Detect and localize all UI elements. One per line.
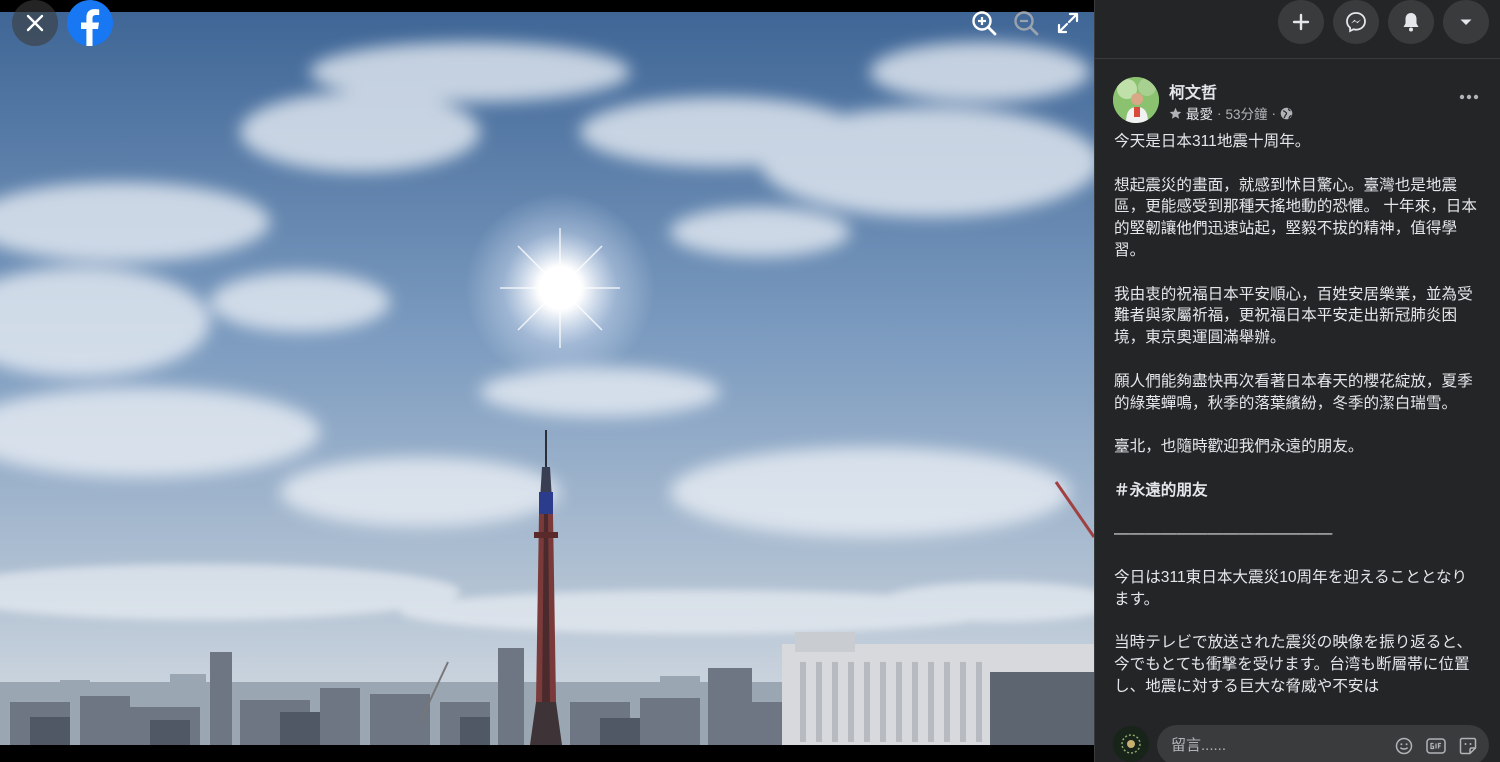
post-paragraph: 臺北，也隨時歡迎我們永遠的朋友。 (1114, 438, 1364, 456)
avatar-photo (1113, 77, 1159, 123)
fullscreen-button[interactable] (1050, 5, 1086, 41)
gif-button[interactable] (1425, 735, 1447, 757)
gif-icon (1426, 738, 1446, 754)
star-icon (1169, 107, 1182, 119)
sticker-icon (1459, 737, 1477, 755)
post-paragraph: 願人們能夠盡快再次看著日本春天的櫻花綻放，夏季的綠葉蟬鳴，秋季的落葉繽紛，冬季的… (1114, 372, 1473, 412)
commenter-avatar (1113, 726, 1149, 762)
post-paragraph: 我由衷的祝福日本平安順心，百姓安居樂業，並為受難者與家屬祈福，更祝福日本平安走出… (1114, 285, 1473, 347)
post-meta: 最愛 · 53分鐘 · (1169, 103, 1293, 123)
sky-tower-photo (0, 12, 1094, 745)
fullscreen-icon (1057, 12, 1079, 34)
account-button[interactable] (1443, 0, 1489, 44)
notifications-button[interactable] (1388, 0, 1434, 44)
zoom-out-button[interactable] (1008, 5, 1044, 41)
author-name[interactable]: 柯文哲 (1169, 79, 1217, 103)
post-paragraph-japanese: 今日は311東日本大震災10周年を迎えることとなります。 (1114, 568, 1468, 608)
facebook-logo[interactable] (67, 0, 113, 46)
zoom-in-button[interactable] (966, 5, 1002, 41)
caret-down-icon (1460, 19, 1472, 25)
post-options-button[interactable] (1455, 87, 1483, 107)
meta-separator: · (1217, 105, 1222, 121)
messenger-button[interactable] (1333, 0, 1379, 44)
emoji-button[interactable] (1393, 735, 1415, 757)
close-icon (26, 14, 44, 32)
post-header: 柯文哲 最愛 · 53分鐘 · (1113, 77, 1483, 125)
create-button[interactable] (1278, 0, 1324, 44)
post-paragraph: 想起震災的畫面，就感到怵目驚心。臺灣也是地震區，更能感受到那種天搖地動的恐懼。 … (1114, 176, 1477, 259)
post-photo[interactable] (0, 12, 1094, 745)
messenger-icon (1346, 12, 1366, 33)
comment-box (1157, 725, 1489, 762)
bell-icon (1403, 13, 1419, 32)
photo-viewer (0, 0, 1094, 762)
sticker-button[interactable] (1457, 735, 1479, 757)
globe-icon (1280, 107, 1293, 119)
hashtag-link[interactable]: ＃永遠的朋友 (1114, 480, 1480, 502)
close-button[interactable] (12, 0, 58, 46)
separator-line: —————————————— (1114, 525, 1333, 543)
plus-icon (1292, 13, 1310, 31)
facebook-logo-icon (81, 9, 100, 46)
meta-separator: · (1271, 105, 1277, 121)
post-paragraph: 今天是日本311地震十周年。 (1114, 133, 1311, 150)
audience-label[interactable]: 最愛 (1186, 103, 1213, 123)
comment-input[interactable] (1171, 725, 1391, 762)
divider (1095, 58, 1500, 59)
zoom-in-icon (972, 11, 997, 36)
author-avatar[interactable] (1113, 77, 1159, 123)
emoji-icon (1395, 737, 1413, 755)
header-actions (1095, 0, 1500, 46)
comment-bar (1095, 722, 1500, 762)
post-time[interactable]: 53分鐘 (1226, 103, 1268, 123)
zoom-out-icon (1014, 11, 1039, 36)
post-text: 今天是日本311地震十周年。 想起震災的畫面，就感到怵目驚心。臺灣也是地震區，更… (1114, 131, 1480, 721)
post-sidebar: 柯文哲 最愛 · 53分鐘 · 今天是日本311地震十周年。 想起震災的畫面，就… (1094, 0, 1500, 762)
post-paragraph-japanese: 当時テレビで放送された震災の映像を振り返ると、今でもとても衝撃を受けます。台湾も… (1114, 634, 1473, 695)
avatar-photo (1113, 726, 1149, 762)
more-horizontal-icon (1459, 94, 1479, 100)
